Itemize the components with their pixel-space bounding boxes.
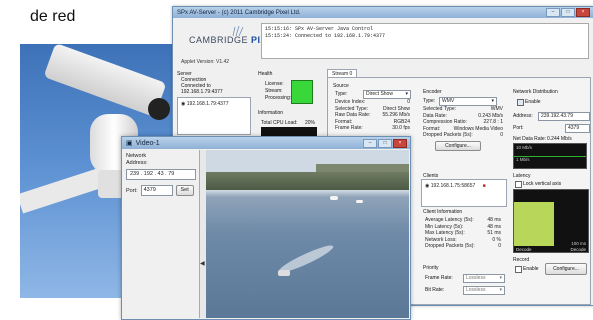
- latency-heading: Latency: [513, 173, 531, 179]
- video-port-label: Port:: [126, 187, 138, 194]
- client-information: Average Latency (5s): 48 ms Min Latency (…: [425, 217, 501, 249]
- stream-label: Stream:: [265, 88, 283, 94]
- slide-caption: de red: [30, 8, 76, 25]
- minimize-button[interactable]: –: [546, 8, 560, 17]
- collapse-arrow-icon[interactable]: ◀: [200, 260, 205, 267]
- boat: [278, 270, 290, 276]
- video-close-button[interactable]: ×: [393, 138, 407, 148]
- chevron-down-icon: ▾: [405, 91, 408, 97]
- video-address-label: Address:: [126, 160, 148, 166]
- main-window-title: SPx AV-Server - (c) 2011 Cambridge Pixel…: [177, 9, 301, 16]
- applet-version: Applet Version: V1.42: [181, 59, 230, 65]
- log-line: 15:15:16: SPx AV-Server Java Control: [265, 26, 374, 32]
- encoder-heading: Encoder: [423, 89, 442, 95]
- client-status-badge: ■: [482, 183, 486, 189]
- encoder-configure-button[interactable]: Configure...: [435, 141, 481, 151]
- source-type-label: Type:: [335, 91, 348, 97]
- record-heading: Record: [513, 257, 530, 263]
- chevron-down-icon: ▾: [499, 287, 502, 293]
- maximize-button[interactable]: □: [561, 8, 575, 17]
- encoder-type-label: Type:: [423, 98, 436, 104]
- video-network-panel: Network Address: 239 . 192 . 43 . 79 Por…: [126, 153, 196, 196]
- main-titlebar: SPx AV-Server - (c) 2011 Cambridge Pixel…: [173, 7, 593, 18]
- lock-vertical-axis-label: Lock vertical axis: [523, 181, 562, 187]
- video-window: ▣ Video-1 – □ × Network Address: 239 . 1…: [121, 136, 411, 320]
- close-button[interactable]: ×: [576, 8, 590, 17]
- network-heading: Network: [126, 153, 147, 159]
- video-feed: [206, 150, 409, 318]
- boat: [330, 196, 338, 200]
- client-information-heading: Client Information: [423, 209, 463, 215]
- cpu-load-label: Total CPU Load:: [261, 120, 298, 126]
- frame-rate-select[interactable]: Lossless ▾: [463, 274, 505, 283]
- source-heading: Source: [333, 83, 349, 89]
- log-output: 15:15:16: SPx AV-Server Java Control 15:…: [261, 23, 589, 59]
- video-maximize-button[interactable]: □: [378, 138, 392, 148]
- client-list-item[interactable]: ◉ 192.168.1.75:58657 ■: [425, 183, 486, 189]
- source-info: Device Index: 0 Selected Type: Direct Show…: [335, 99, 410, 131]
- server-list[interactable]: ◉ 192.168.1.79:4377: [177, 97, 251, 135]
- network-rate-graph: 10 Mb/s 1 Mb/s: [513, 143, 587, 169]
- bit-rate-select[interactable]: Lossless ▾: [463, 286, 505, 295]
- server-status-icon: ◉: [181, 101, 186, 107]
- processing-label: Processing:: [265, 95, 292, 101]
- health-status-indicator: [291, 80, 313, 104]
- health-heading: Health: [258, 71, 273, 77]
- lock-vertical-axis-checkbox[interactable]: [515, 181, 522, 188]
- video-address-field[interactable]: 239 . 192 . 43 . 79: [126, 169, 196, 180]
- video-port-field[interactable]: 4379: [140, 185, 173, 196]
- record-enable-checkbox[interactable]: [515, 266, 522, 273]
- cpu-load-value: 20%: [305, 120, 316, 126]
- information-heading: Information: [258, 110, 284, 116]
- record-enable-label: Enable: [523, 266, 539, 272]
- video-window-icon: ▣: [126, 140, 133, 147]
- network-distribution-heading: Network Distribution: [513, 89, 558, 95]
- priority-heading: Priority: [423, 265, 439, 271]
- log-line: 15:15:24: Connected to 192.168.1.79:4377: [265, 33, 386, 39]
- source-type-select[interactable]: Direct Show ▾: [363, 90, 411, 99]
- encoder-info: Selected Type: WMV Data Rate: 0.243 Mb/s C…: [423, 106, 503, 138]
- video-titlebar: ▣ Video-1 – □ ×: [122, 137, 410, 149]
- client-status-icon: ◉: [425, 183, 430, 189]
- bit-rate-label: Bit Rate:: [425, 287, 445, 293]
- network-enable-checkbox[interactable]: [517, 99, 524, 106]
- network-address-field[interactable]: 239.192.43.79: [538, 112, 590, 121]
- network-port-label: Port:: [513, 125, 524, 131]
- set-button[interactable]: Set: [175, 185, 194, 196]
- boat: [356, 200, 363, 203]
- encoder-type-select[interactable]: WMV ▾: [439, 97, 497, 106]
- frame-rate-label: Frame Rate:: [425, 275, 453, 281]
- net-data-rate-label: Net Data Rate:: [513, 136, 547, 142]
- clients-list[interactable]: ◉ 192.168.1.75:58657 ■: [421, 179, 507, 207]
- network-port-field[interactable]: 4379: [565, 124, 590, 133]
- connected-address: 192.168.1.79:4377: [181, 89, 223, 95]
- chevron-down-icon: ▾: [491, 98, 494, 104]
- video-minimize-button[interactable]: –: [363, 138, 377, 148]
- record-configure-button[interactable]: Configure...: [545, 263, 587, 275]
- latency-graph: 100 ms Decode Decode: [513, 189, 589, 253]
- net-data-rate-value: 0.244 Mb/s: [547, 136, 572, 142]
- server-list-item[interactable]: ◉ 192.168.1.79:4377: [181, 101, 228, 107]
- network-address-label: Address:: [513, 113, 533, 119]
- chevron-down-icon: ▾: [499, 275, 502, 281]
- video-window-title: Video-1: [135, 139, 160, 147]
- network-enable-label: Enable: [525, 99, 541, 105]
- license-label: License:: [265, 81, 284, 87]
